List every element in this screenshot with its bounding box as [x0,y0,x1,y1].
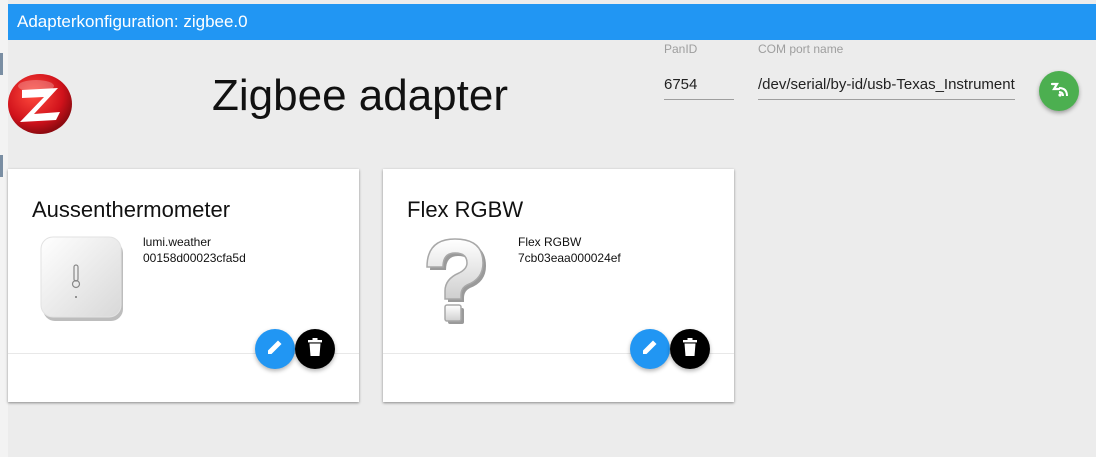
window-title: Adapterkonfiguration: zigbee.0 [8,4,1096,40]
com-port-field: COM port name /dev/serial/by-id/usb-Texa… [758,42,1015,100]
device-info: Flex RGBW 7cb03eaa000024ef [518,234,621,266]
left-edge-marker [0,155,3,177]
wireless-pairing-icon [1048,78,1070,105]
edit-device-button[interactable] [255,329,295,369]
panid-input[interactable]: 6754 [664,74,734,100]
left-edge-strip [0,0,8,457]
panid-field: PanID 6754 [664,42,734,100]
edit-device-button[interactable] [630,329,670,369]
device-card: Flex RGBW Flex RGBW 7cb03eaa000024ef [383,169,734,402]
pencil-icon [265,337,285,362]
device-name: Aussenthermometer [32,197,231,222]
com-port-label: COM port name [758,42,844,56]
device-name: Flex RGBW [407,197,524,222]
zigbee-logo-icon [6,70,74,136]
delete-device-button[interactable] [295,329,335,369]
page-title: Zigbee adapter [212,71,508,120]
temperature-sensor-icon [38,235,128,325]
device-id: 00158d00023cfa5d [143,251,246,265]
device-card: Aussenthermometer lumi.weather 00158d000… [8,169,359,402]
left-edge-marker [0,53,3,75]
device-info: lumi.weather 00158d00023cfa5d [143,234,246,266]
device-id: 7cb03eaa000024ef [518,251,621,265]
trash-icon [681,337,699,362]
pair-button[interactable] [1039,71,1079,111]
trash-icon [306,337,324,362]
panid-label: PanID [664,42,698,56]
pencil-icon [640,337,660,362]
delete-device-button[interactable] [670,329,710,369]
com-port-input[interactable]: /dev/serial/by-id/usb-Texas_Instruments [758,74,1015,100]
device-model: Flex RGBW [518,235,582,249]
unknown-device-question-icon [417,233,507,324]
device-model: lumi.weather [143,235,212,249]
